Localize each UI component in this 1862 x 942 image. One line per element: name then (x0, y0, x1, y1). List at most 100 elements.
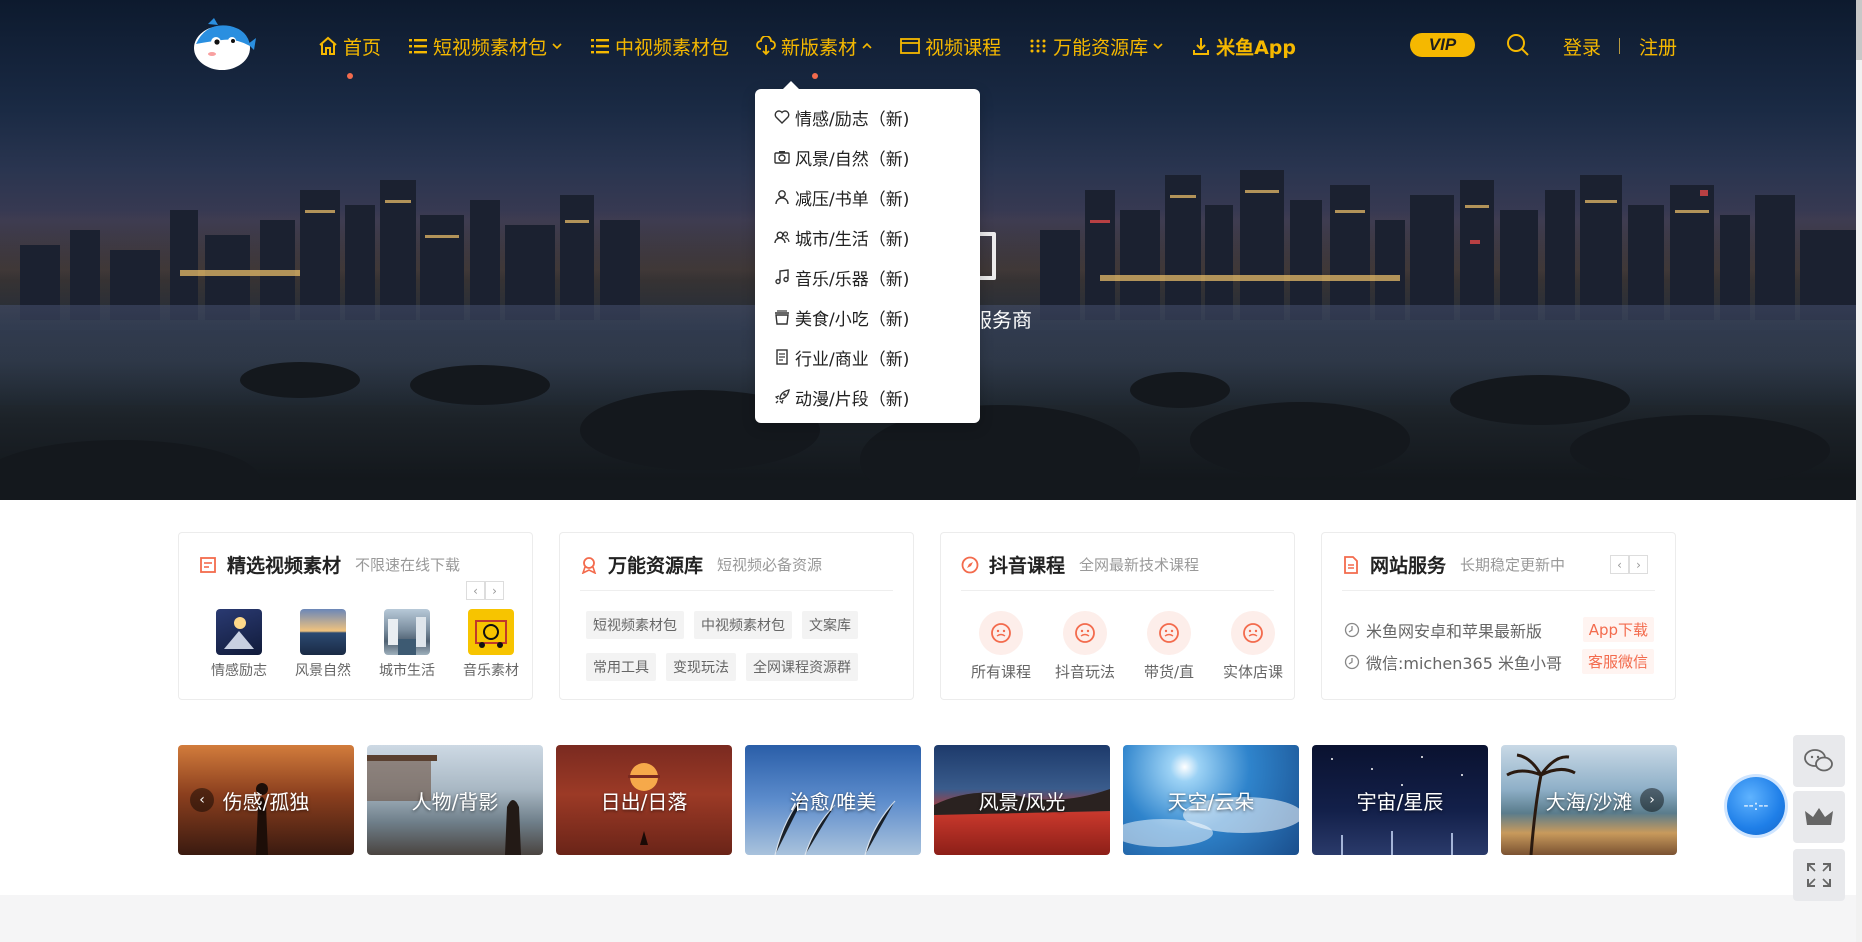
clock-icon (1344, 654, 1360, 669)
card-header: 万能资源库 短视频必备资源 (580, 551, 822, 578)
dropdown-item-food[interactable]: 美食/小吃（新) (755, 297, 980, 337)
active-indicator (811, 72, 818, 79)
page-scrollbar[interactable] (1856, 0, 1862, 942)
divider (1619, 38, 1620, 54)
customer-service-link[interactable]: 客服微信 (1581, 649, 1654, 674)
thumb-item[interactable]: 情感励志 (197, 609, 281, 680)
tag-link[interactable]: 变现玩法 (666, 653, 736, 681)
award-icon (580, 556, 598, 574)
nav-resource-library[interactable]: 万能资源库 (1028, 33, 1164, 60)
expand-icon (1807, 863, 1831, 887)
dropdown-item-music[interactable]: 音乐/乐器（新) (755, 257, 980, 297)
course-item[interactable]: 实体店课 (1211, 611, 1295, 682)
course-item[interactable]: 所有课程 (959, 611, 1043, 682)
next-arrow-icon[interactable]: › (485, 581, 504, 600)
window-icon (900, 36, 920, 56)
nav-video-courses[interactable]: 视频课程 (900, 33, 1001, 60)
vip-float-button[interactable] (1793, 791, 1845, 843)
tag-link[interactable]: 中视频素材包 (694, 611, 792, 639)
carousel-prev-icon[interactable]: ‹ (190, 788, 214, 812)
dropdown-item-emotion[interactable]: 情感/励志（新) (755, 97, 980, 137)
featured-videos-card: 精选视频素材 不限速在线下载 ‹ › 情感励志 风景自然 城市生活 音乐素材 (178, 532, 533, 700)
service-text: 米鱼网安卓和苹果最新版 (1366, 621, 1543, 641)
prev-arrow-icon[interactable]: ‹ (1610, 555, 1629, 574)
category-tile[interactable]: 人物/背影 (367, 745, 543, 855)
vip-badge[interactable]: VIP (1410, 33, 1475, 57)
tag-link[interactable]: 全网课程资源群 (746, 653, 858, 681)
course-label: 抖音玩法 (1054, 663, 1115, 681)
dropdown-item-label: 减压/书单（新) (795, 189, 910, 210)
nav-mid-video-packs[interactable]: 中视频素材包 (590, 33, 729, 60)
login-link[interactable]: 登录 (1563, 33, 1601, 60)
card-title: 万能资源库 (608, 555, 704, 577)
compass-icon (961, 556, 979, 574)
nav-new-materials-label: 新版素材 (781, 36, 858, 59)
wechat-icon (1804, 749, 1833, 772)
category-tile[interactable]: 治愈/唯美 (745, 745, 921, 855)
wechat-float-button[interactable] (1793, 735, 1845, 787)
course-label: 所有课程 (970, 663, 1031, 681)
thumb-label: 情感励志 (211, 663, 267, 679)
card-pager: ‹ › (1610, 555, 1648, 574)
carousel-next-icon[interactable]: › (1640, 788, 1664, 812)
site-logo[interactable] (186, 16, 258, 74)
thumb-image (300, 609, 346, 655)
tag-link[interactable]: 常用工具 (586, 653, 656, 681)
chevron-down-icon (1152, 40, 1164, 52)
category-tile[interactable]: 日出/日落 (556, 745, 732, 855)
file-icon (1342, 555, 1360, 574)
dropdown-item-scenery[interactable]: 风景/自然（新) (755, 137, 980, 177)
dropdown-item-booklist[interactable]: 减压/书单（新) (755, 177, 980, 217)
dropdown-item-business[interactable]: 行业/商业（新) (755, 337, 980, 377)
card-title: 抖音课程 (989, 555, 1066, 577)
thumb-image (216, 609, 262, 655)
category-tile[interactable]: 宇宙/星辰 (1312, 745, 1488, 855)
users-icon (773, 228, 791, 246)
clock-icon (1344, 622, 1360, 637)
main-nav: 首页 短视频素材包 中视频素材包 新版素材 视频课程 万能资源库 米鱼App (318, 28, 1323, 79)
card-header: 精选视频素材 不限速在线下载 (199, 551, 460, 578)
tag-link[interactable]: 短视频素材包 (586, 611, 684, 639)
tag-link[interactable]: 文案库 (802, 611, 858, 639)
site-service-card: 网站服务 长期稳定更新中 ‹ › 米鱼网安卓和苹果最新版 App下载 微信:mic… (1321, 532, 1676, 700)
scrollbar-thumb[interactable] (1856, 0, 1862, 60)
prev-arrow-icon[interactable]: ‹ (466, 581, 485, 600)
user-icon (773, 188, 791, 206)
thumb-item[interactable]: 风景自然 (281, 609, 365, 680)
grid-dots-icon (1028, 36, 1048, 56)
dropdown-item-label: 情感/励志（新) (795, 109, 910, 130)
course-item[interactable]: 抖音玩法 (1043, 611, 1127, 682)
list-icon (590, 36, 610, 56)
dropdown-item-label: 美食/小吃（新) (795, 309, 910, 330)
app-download-link[interactable]: App下载 (1582, 617, 1654, 642)
category-tile[interactable]: 天空/云朵 (1123, 745, 1299, 855)
thumb-item[interactable]: 音乐素材 (449, 609, 533, 680)
dropdown-item-anime[interactable]: 动漫/片段（新) (755, 377, 980, 417)
next-arrow-icon[interactable]: › (1629, 555, 1648, 574)
course-item[interactable]: 带货/直 (1127, 611, 1211, 682)
chevron-down-icon (551, 40, 563, 52)
crown-icon (1805, 808, 1833, 825)
nav-short-video-label: 短视频素材包 (433, 36, 548, 59)
nav-app-download[interactable]: 米鱼App (1191, 33, 1296, 60)
nav-short-video-packs[interactable]: 短视频素材包 (408, 33, 563, 60)
thumb-image (384, 609, 430, 655)
nav-home[interactable]: 首页 (318, 33, 381, 79)
smile-icon (1231, 611, 1275, 655)
register-link[interactable]: 注册 (1639, 33, 1677, 60)
category-tile[interactable]: 风景/风光 (934, 745, 1110, 855)
search-icon[interactable] (1506, 33, 1530, 57)
card-title: 网站服务 (1370, 555, 1447, 577)
category-carousel: 伤感/孤独 人物/背影 日出/日落 治愈/唯美 风景/风光 天空/云朵 宇宙/星… (178, 745, 1678, 855)
divider (580, 590, 893, 591)
home-icon (318, 36, 338, 56)
nav-new-materials[interactable]: 新版素材 (756, 33, 873, 79)
basket-icon (773, 308, 791, 326)
card-subtitle: 短视频必备资源 (717, 556, 823, 574)
douyin-courses-card: 抖音课程 全网最新技术课程 所有课程 抖音玩法 带货/直 实体店课 (940, 532, 1295, 700)
fullscreen-float-button[interactable] (1793, 849, 1845, 901)
dropdown-item-label: 音乐/乐器（新) (795, 269, 910, 290)
timer-widget[interactable]: --:-- (1727, 777, 1785, 835)
dropdown-item-city[interactable]: 城市/生活（新) (755, 217, 980, 257)
thumb-item[interactable]: 城市生活 (365, 609, 449, 680)
